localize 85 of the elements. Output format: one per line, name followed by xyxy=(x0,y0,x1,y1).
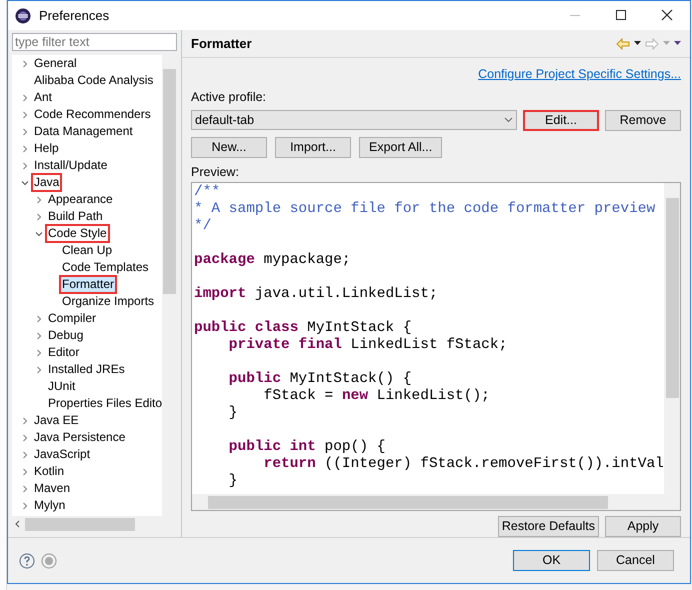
chevron-right-icon[interactable] xyxy=(21,162,29,170)
chevron-right-icon[interactable] xyxy=(21,94,29,102)
tree-item[interactable]: Mylyn xyxy=(33,498,66,513)
profile-button[interactable]: Remove xyxy=(605,110,681,130)
tree-item[interactable]: Properties Files Edito xyxy=(47,396,162,411)
dialog-button[interactable]: Cancel xyxy=(597,550,674,571)
app-logo-icon xyxy=(15,8,31,24)
page-button[interactable]: Apply xyxy=(605,516,681,537)
chevron-right-icon[interactable] xyxy=(21,128,29,136)
chevron-down-icon[interactable] xyxy=(35,230,43,238)
tree-item[interactable]: Code Style xyxy=(47,226,108,241)
filter-field[interactable]: type filter text xyxy=(12,33,177,51)
record-icon[interactable] xyxy=(41,552,57,568)
tree-item[interactable]: Java Persistence xyxy=(33,430,126,445)
tree-item[interactable]: Help xyxy=(33,141,60,156)
tree-item[interactable]: Data Management xyxy=(33,124,134,139)
profile-label: Active profile: xyxy=(191,88,268,106)
preview-label: Preview: xyxy=(191,164,240,180)
chevron-right-icon[interactable] xyxy=(21,484,29,492)
tree-item[interactable]: JavaScript xyxy=(33,447,92,462)
profile-dropdown[interactable]: default-tab xyxy=(191,110,517,130)
dropdown-caret-icon[interactable] xyxy=(634,41,641,46)
tree-item[interactable]: Java EE xyxy=(33,413,80,428)
chevron-right-icon[interactable] xyxy=(35,212,43,220)
code-line: package mypackage; xyxy=(194,252,351,270)
tree-item[interactable]: Compiler xyxy=(47,311,98,326)
code-line: */ xyxy=(194,218,212,236)
chevron-right-icon[interactable] xyxy=(21,110,29,118)
view-menu-icon[interactable] xyxy=(674,41,681,46)
code-line: import java.util.LinkedList; xyxy=(194,286,438,304)
tree-item[interactable]: Debug xyxy=(47,328,84,343)
page-button[interactable]: Restore Defaults xyxy=(498,516,599,537)
code-line: return ((Integer) fStack.removeFirst()).intVal xyxy=(262,456,664,474)
tree-item[interactable]: Ant xyxy=(33,90,54,105)
profile-action-button[interactable]: New... xyxy=(191,136,267,158)
code-line: } xyxy=(228,405,238,422)
code-line: public MyIntStack() { xyxy=(228,371,412,388)
chevron-right-icon[interactable] xyxy=(21,502,29,510)
tree-item[interactable]: Editor xyxy=(47,345,80,360)
code-line: public int pop() { xyxy=(228,439,386,456)
tree-item[interactable]: Code Recommenders xyxy=(33,107,152,122)
code-line: /** xyxy=(194,184,220,202)
chevron-right-icon[interactable] xyxy=(21,450,29,458)
tree-item[interactable]: Clean Up xyxy=(61,243,114,258)
tree-item[interactable]: Build Path xyxy=(47,209,104,224)
code-line: private final LinkedList fStack; xyxy=(228,337,508,354)
code-line: public class MyIntStack { xyxy=(194,320,412,337)
window-title: Preferences xyxy=(39,6,110,25)
chevron-down-icon xyxy=(504,117,513,123)
chevron-right-icon[interactable] xyxy=(35,366,43,374)
dialog-button[interactable]: OK xyxy=(513,550,590,571)
tree-item[interactable]: Kotlin xyxy=(33,464,66,479)
profile-action-button[interactable]: Export All... xyxy=(359,136,442,158)
tree-item[interactable]: General xyxy=(33,56,78,71)
chevron-right-icon[interactable] xyxy=(21,468,29,476)
tree-item[interactable]: Code Templates xyxy=(61,260,150,275)
code-line: * A sample source file for the code formatter preview xyxy=(194,201,656,218)
tree-item[interactable]: Install/Update xyxy=(33,158,108,173)
chevron-down-icon[interactable] xyxy=(21,178,29,186)
code-line: } xyxy=(228,473,238,490)
chevron-right-icon[interactable] xyxy=(21,416,29,424)
page-title: Formatter xyxy=(191,34,252,53)
tree-item[interactable]: Maven xyxy=(33,481,72,496)
help-icon[interactable] xyxy=(19,552,35,568)
horizontal-scrollbar[interactable] xyxy=(192,494,680,510)
tree-item[interactable]: Java xyxy=(33,175,60,190)
tree-item[interactable]: Installed JREs xyxy=(47,362,126,377)
chevron-right-icon[interactable] xyxy=(35,196,43,204)
chevron-right-icon[interactable] xyxy=(21,144,29,152)
tree-item[interactable]: Formatter xyxy=(61,277,116,292)
tree-item[interactable]: Organize Imports xyxy=(61,294,156,309)
chevron-right-icon[interactable] xyxy=(35,314,43,322)
code-line: fStack = new LinkedList(); xyxy=(262,388,490,406)
configure-link[interactable]: Configure Project Specific Settings... xyxy=(478,65,681,84)
chevron-right-icon[interactable] xyxy=(35,332,43,340)
chevron-right-icon[interactable] xyxy=(35,348,43,356)
tree-item[interactable]: Appearance xyxy=(47,192,114,207)
scroll-left-icon[interactable] xyxy=(15,520,20,528)
chevron-right-icon[interactable] xyxy=(21,60,29,68)
chevron-right-icon[interactable] xyxy=(21,434,29,442)
profile-button[interactable]: Edit... xyxy=(523,110,599,130)
profile-action-button[interactable]: Import... xyxy=(275,136,351,158)
tree-item[interactable]: Alibaba Code Analysis xyxy=(33,73,154,88)
tree-item[interactable]: JUnit xyxy=(47,379,76,394)
vertical-scrollbar[interactable] xyxy=(664,183,680,494)
